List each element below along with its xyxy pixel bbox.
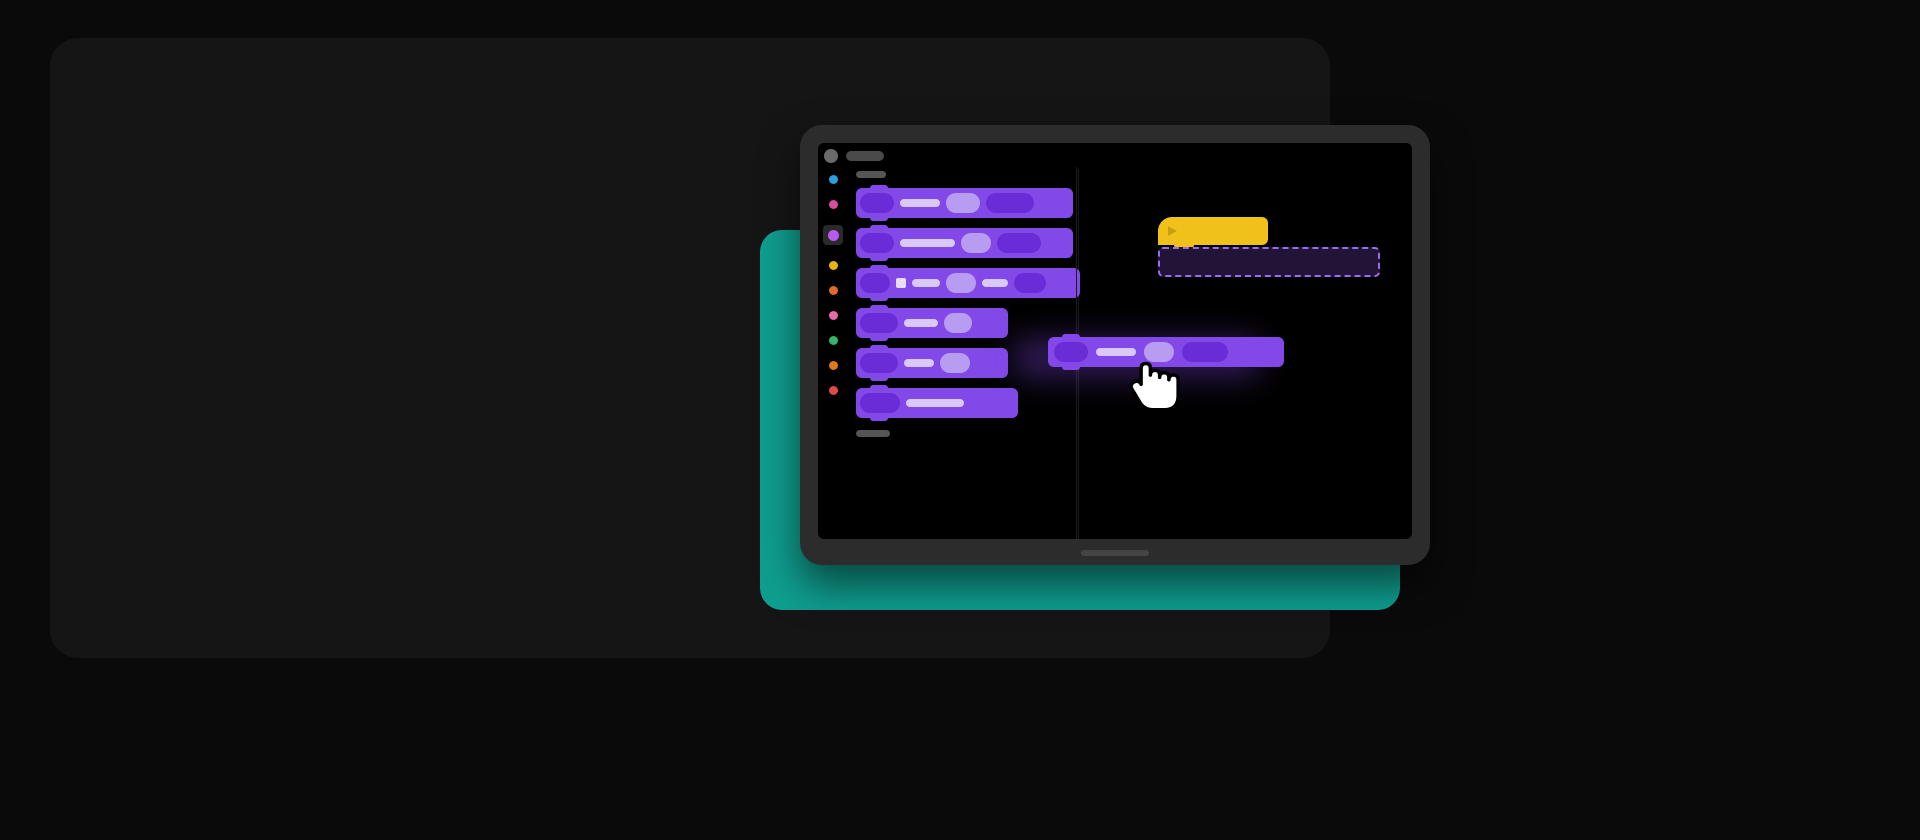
- block-segment: [1014, 273, 1046, 293]
- block-segment: [900, 239, 955, 247]
- category-variables[interactable]: [829, 361, 838, 370]
- block-segment: [986, 193, 1034, 213]
- editor-topbar: [824, 149, 884, 163]
- palette-block[interactable]: [856, 388, 1018, 418]
- block-segment: [997, 233, 1041, 253]
- category-control[interactable]: [829, 286, 838, 295]
- block-segment: [912, 279, 940, 287]
- category-sensing[interactable]: [829, 311, 838, 320]
- block-segment: [906, 399, 964, 407]
- category-myblocks[interactable]: [829, 386, 838, 395]
- block-segment: [946, 193, 980, 213]
- category-events[interactable]: [829, 261, 838, 270]
- menu-icon[interactable]: [824, 149, 838, 163]
- category-motion[interactable]: [829, 175, 838, 184]
- block-palette: [848, 169, 1079, 539]
- palette-block[interactable]: [856, 228, 1073, 258]
- category-looks[interactable]: [829, 200, 838, 209]
- palette-heading: [856, 430, 890, 437]
- block-segment: [904, 319, 938, 327]
- code-canvas[interactable]: [1078, 167, 1412, 539]
- tablet-device: [800, 125, 1430, 565]
- palette-block[interactable]: [856, 308, 1008, 338]
- block-segment: [1054, 342, 1088, 362]
- category-operators[interactable]: [829, 336, 838, 345]
- block-segment: [982, 279, 1008, 287]
- block-segment: [860, 273, 890, 293]
- palette-block[interactable]: [856, 268, 1080, 298]
- block-segment: [860, 393, 900, 413]
- event-hat-block[interactable]: [1158, 217, 1268, 245]
- block-segment: [904, 359, 934, 367]
- block-segment: [944, 313, 972, 333]
- block-segment: [946, 273, 976, 293]
- palette-block[interactable]: [856, 348, 1008, 378]
- block-segment: [896, 278, 906, 288]
- title-placeholder: [846, 151, 884, 161]
- block-segment: [860, 193, 894, 213]
- tablet-screen: [818, 143, 1412, 539]
- block-segment: [940, 353, 970, 373]
- block-segment: [860, 313, 898, 333]
- block-segment: [860, 233, 894, 253]
- block-segment: [860, 353, 898, 373]
- home-indicator: [1081, 550, 1149, 556]
- palette-heading: [856, 171, 886, 178]
- block-segment: [900, 199, 940, 207]
- drop-target-outline: [1158, 247, 1380, 277]
- hand-pointer-icon: [1118, 345, 1192, 419]
- category-rail: [822, 173, 844, 395]
- category-sound[interactable]: [823, 225, 843, 245]
- palette-block[interactable]: [856, 188, 1073, 218]
- block-segment: [961, 233, 991, 253]
